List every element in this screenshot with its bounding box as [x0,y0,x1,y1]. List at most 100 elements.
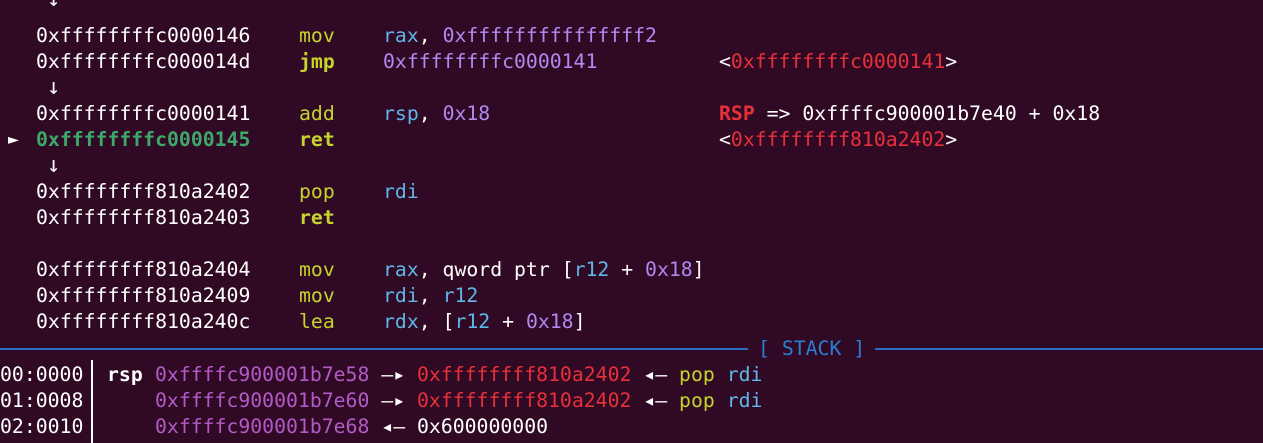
operand-token: r12 [573,258,610,281]
operand-token: + [609,258,646,281]
flow-down-arrow-icon: ↓ [47,153,61,178]
instruction-operands: 0xffffffffc0000141 [383,49,597,75]
stack-entry: 0xffffc900001b7e60 —▸ 0xffffffff810a2402… [155,388,762,414]
operand-token: rsp [383,102,419,125]
annotation-token: > [945,128,958,151]
instruction-address: 0xffffffff810a240c [36,310,251,333]
operand-token: r12 [442,284,479,307]
instruction-address: 0xffffffff810a2409 [36,284,251,307]
instruction-address: 0xffffffffc000014d [36,50,251,73]
stack-address: 0xffffc900001b7e68 [155,415,370,438]
disasm-line: 0xffffffffc0000146 mov rax, 0xffffffffffff… [0,23,1263,49]
stack-entry: 0xffffc900001b7e58 —▸ 0xffffffff810a2402… [155,362,762,388]
operand-token: 0x18 [442,102,491,125]
stack-value-token: —▸ [369,363,418,386]
instruction-operands: rdi [383,179,419,205]
operand-token: 0x18 [645,258,693,281]
stack-value-token [715,363,727,386]
stack-value-token: 0x600000000 [417,415,549,438]
disasm-line: 0xffffffff810a2409 mov rdi, r12 [0,283,1263,309]
operand-token: , [418,284,443,307]
disasm-line: 0xffffffff810a2402 pop rdi [0,179,1263,205]
stack-entry: 0xffffc900001b7e68 ◂— 0x600000000 [155,414,548,440]
disasm-line: 0xffffffff810a2403 ret [0,205,1263,231]
stack-index: 01:0008 [0,389,84,412]
disasm-spacer [0,231,1263,257]
annotation-token: < [719,128,731,151]
operand-token: rax [383,24,419,47]
instruction-annotation: RSP => 0xffffc900001b7e40 + 0x18 [719,101,1100,127]
stack-value-token: pop [679,363,715,386]
operand-token: , [418,102,443,125]
disasm-line: 0xffffffffc0000141 add rsp, 0x18 RSP => 0xf… [0,101,1263,127]
stack-divider [0,348,1263,350]
instruction-mnemonic: ret [299,128,335,151]
disasm-spacer: ↓ [0,0,1263,13]
instruction-mnemonic: lea [299,310,335,333]
stack-value-token: ◂— [631,389,680,412]
instruction-annotation: <0xffffffffc0000141> [719,49,957,75]
instruction-address: 0xffffffffc0000145 [36,128,251,151]
operand-token: , [418,24,443,47]
stack-register-label: rsp [107,363,143,386]
instruction-mnemonic: jmp [299,50,335,73]
annotation-token: < [719,50,731,73]
stack-address: 0xffffc900001b7e60 [155,389,370,412]
operand-token: , qword ptr [ [418,258,574,281]
stack-value-token: pop [679,389,715,412]
disasm-spacer: ↓ [0,153,1263,179]
operand-token: ] [692,258,705,281]
stack-address: 0xffffc900001b7e58 [155,363,370,386]
operand-token: rdi [383,284,419,307]
operand-token: 0x18 [525,310,574,333]
annotation-token: > [945,50,958,73]
flow-down-arrow-icon: ↓ [47,0,60,13]
stack-index: 00:0000 [0,363,84,386]
stack-index: 02:0010 [0,415,84,438]
disasm-line: 0xffffffffc000014d jmp 0xffffffffc0000141 <… [0,49,1263,75]
instruction-mnemonic: mov [299,258,335,281]
current-instruction-pointer-icon: ► [8,129,19,150]
disasm-line: 0xffffffff810a2404 mov rax, qword ptr [r12… [0,257,1263,283]
annotation-token: RSP [719,102,755,125]
instruction-address: 0xffffffff810a2403 [36,206,251,229]
instruction-annotation: <0xffffffff810a2402> [719,127,957,153]
stack-value-token: 0xffffffff810a2402 [417,363,632,386]
disasm-line: ► 0xffffffffc0000145 ret <0xffffffff810a240… [0,127,1263,153]
stack-row: 02:0010 0xffffc900001b7e68 ◂— 0x600000000 [0,414,1263,440]
stack-value-token: 0xffffffff810a2402 [417,389,632,412]
instruction-mnemonic: pop [299,180,335,203]
instruction-address: 0xffffffffc0000146 [36,24,251,47]
operand-token: , [ [418,310,455,333]
instruction-operands: rdi, r12 [383,283,478,309]
disasm-line: 0xffffffff810a240c lea rdx, [r12 + 0x18] [0,309,1263,335]
instruction-address: 0xffffffff810a2404 [36,258,251,281]
annotation-token: => 0xffffc900001b7e40 + 0x18 [754,102,1101,125]
stack-value-token: —▸ [369,389,418,412]
instruction-operands: rax, 0xfffffffffffffff2 [383,23,657,49]
operand-token: + [490,310,526,333]
operand-token: rdi [383,180,419,203]
instruction-operands: rsp, 0x18 [383,101,490,127]
stack-value-token: ◂— [631,363,680,386]
stack-value-token: rdi [726,389,763,412]
instruction-mnemonic: ret [299,206,335,229]
stack-value-token: rdi [726,363,763,386]
operand-token: 0xffffffffc0000141 [383,50,598,73]
instruction-mnemonic: add [299,102,335,125]
stack-value-token [715,389,727,412]
stack-value-token: ◂— [369,415,418,438]
annotation-token: 0xffffffffc0000141 [730,50,946,73]
instruction-address: 0xffffffffc0000141 [36,102,251,125]
instruction-mnemonic: mov [299,284,335,307]
stack-section-title: [ STACK ] [748,336,876,362]
disasm-spacer: ↓ [0,75,1263,101]
instruction-address: 0xffffffff810a2402 [36,180,251,203]
annotation-token: 0xffffffff810a2402 [730,128,946,151]
operand-token: rdx [383,310,419,333]
operand-token: r12 [454,310,491,333]
operand-token: ] [573,310,586,333]
instruction-operands: rdx, [r12 + 0x18] [383,309,586,335]
stack-row: 01:0008 0xffffc900001b7e60 —▸ 0xffffffff8… [0,388,1263,414]
operand-token: rax [383,258,419,281]
